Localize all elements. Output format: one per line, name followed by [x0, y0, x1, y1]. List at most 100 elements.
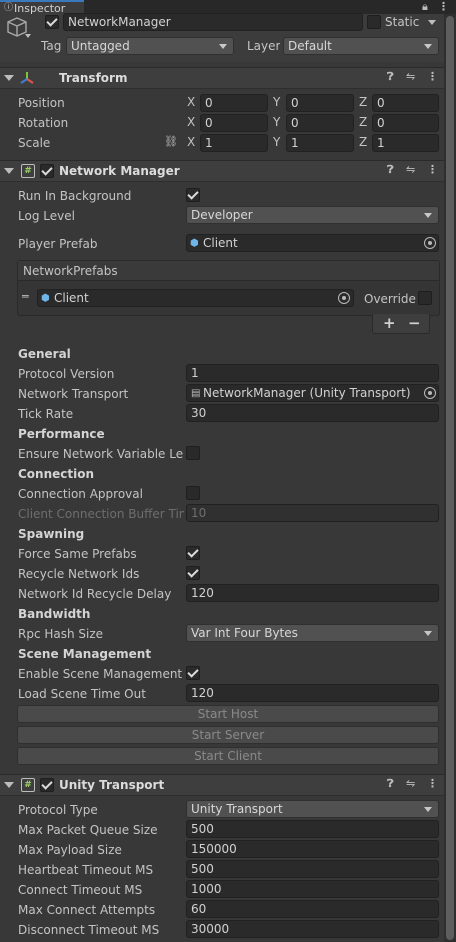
protocol-type-dropdown[interactable]: Unity Transport [186, 800, 439, 818]
tick-rate-input[interactable]: 30 [186, 404, 439, 422]
object-picker-icon[interactable] [424, 237, 436, 249]
scale-z-input[interactable]: 1 [372, 134, 439, 152]
client-buffer-label: Client Connection Buffer Time [18, 507, 184, 521]
object-picker-icon[interactable] [424, 387, 436, 399]
start-host-button[interactable]: Start Host [17, 705, 439, 723]
run-in-background-checkbox[interactable] [186, 188, 200, 202]
drag-handle-icon[interactable]: ═ [22, 290, 29, 303]
unity-transport-title: Unity Transport [59, 778, 165, 792]
axis-y-label: Y [273, 115, 281, 129]
script-icon: # [21, 164, 35, 178]
scrollbar-thumb[interactable] [446, 16, 454, 940]
transform-icon [20, 72, 34, 84]
connect-timeout-label: Connect Timeout MS [18, 883, 143, 897]
network-transport-field[interactable]: ▤ NetworkManager (Unity Transport) [186, 384, 439, 402]
run-in-background-label: Run In Background [18, 189, 132, 203]
id-recycle-delay-label: Network Id Recycle Delay [18, 587, 172, 601]
connection-approval-checkbox[interactable] [186, 486, 200, 500]
unity-transport-enabled-checkbox[interactable] [40, 778, 54, 792]
max-connect-attempts-input[interactable]: 60 [186, 900, 439, 918]
player-prefab-field[interactable]: ⬢ Client [186, 234, 439, 252]
position-y-input[interactable]: 0 [286, 94, 354, 112]
link-icon[interactable]: ⛓︎ [164, 135, 178, 148]
remove-button[interactable]: − [408, 314, 421, 332]
axis-x-label: X [187, 115, 196, 129]
scale-y-input[interactable]: 1 [286, 134, 354, 152]
disconnect-timeout-input[interactable]: 30000 [186, 920, 439, 938]
override-label: Override [364, 292, 416, 306]
scale-label: Scale [18, 136, 51, 150]
tag-dropdown[interactable]: Untagged [66, 37, 234, 55]
max-payload-input[interactable]: 150000 [186, 840, 439, 858]
disconnect-timeout-label: Disconnect Timeout MS [18, 923, 160, 937]
tag-label: Tag [41, 39, 62, 53]
help-icon[interactable]: ❓︎ [387, 163, 394, 177]
object-picker-icon[interactable] [338, 292, 350, 304]
protocol-type-label: Protocol Type [18, 803, 98, 817]
unity-transport-foldout-icon[interactable] [4, 782, 14, 788]
start-client-button[interactable]: Start Client [17, 747, 439, 765]
start-server-button[interactable]: Start Server [17, 726, 439, 744]
more-icon[interactable]: ⋮ [427, 70, 438, 83]
add-button[interactable]: + [383, 314, 396, 332]
position-x-input[interactable]: 0 [200, 94, 268, 112]
gameobject-name-input[interactable]: NetworkManager [63, 13, 363, 31]
rotation-y-input[interactable]: 0 [286, 114, 354, 132]
more-icon[interactable]: ⋮ [427, 777, 438, 790]
axis-z-label: Z [359, 95, 368, 109]
bandwidth-header: Bandwidth [18, 607, 91, 621]
spawning-header: Spawning [18, 527, 85, 541]
static-checkbox[interactable] [367, 15, 381, 29]
override-checkbox[interactable] [418, 291, 432, 305]
icon-dropdown-icon[interactable] [25, 34, 31, 38]
load-scene-timeout-label: Load Scene Time Out [18, 687, 146, 701]
more-icon[interactable]: ⋮ [438, 0, 449, 13]
recycle-ids-checkbox[interactable] [186, 566, 200, 580]
more-icon[interactable]: ⋮ [427, 163, 438, 176]
connection-header: Connection [18, 467, 95, 481]
scene-management-header: Scene Management [18, 647, 152, 661]
settings-icon[interactable]: ⇋ [406, 163, 415, 176]
prefab-cube-icon: ⬢ [190, 238, 199, 249]
settings-icon[interactable]: ⇋ [406, 70, 415, 83]
force-same-prefabs-label: Force Same Prefabs [18, 547, 137, 561]
id-recycle-delay-input[interactable]: 120 [186, 584, 439, 602]
help-icon[interactable]: ❓︎ [387, 70, 394, 84]
axis-y-label: Y [273, 135, 281, 149]
rpc-hash-dropdown[interactable]: Var Int Four Bytes [186, 624, 439, 642]
position-label: Position [18, 96, 65, 110]
axis-z-label: Z [359, 135, 368, 149]
performance-header: Performance [18, 427, 105, 441]
layer-dropdown[interactable]: Default [283, 37, 439, 55]
transform-foldout-icon[interactable] [4, 75, 14, 81]
active-checkbox[interactable] [45, 15, 59, 29]
player-prefab-label: Player Prefab [18, 237, 98, 251]
tab-inspector[interactable]: ⓘ Inspector [0, 0, 84, 14]
network-manager-foldout-icon[interactable] [4, 168, 14, 174]
position-z-input[interactable]: 0 [372, 94, 439, 112]
static-dropdown-icon[interactable] [428, 20, 436, 25]
scale-x-input[interactable]: 1 [200, 134, 268, 152]
network-prefab-item-field[interactable]: ⬢ Client [37, 289, 354, 307]
max-packet-queue-input[interactable]: 500 [186, 820, 439, 838]
rotation-z-input[interactable]: 0 [372, 114, 439, 132]
load-scene-timeout-input[interactable]: 120 [186, 684, 439, 702]
axis-z-label: Z [359, 115, 368, 129]
connect-timeout-input[interactable]: 1000 [186, 880, 439, 898]
help-icon[interactable]: ❓︎ [387, 777, 394, 791]
settings-icon[interactable]: ⇋ [406, 777, 415, 790]
enable-scene-checkbox[interactable] [186, 666, 200, 680]
network-manager-title: Network Manager [59, 164, 180, 178]
ensure-var-len-checkbox[interactable] [186, 446, 200, 460]
force-same-prefabs-checkbox[interactable] [186, 546, 200, 560]
tick-rate-label: Tick Rate [18, 407, 74, 421]
rotation-x-input[interactable]: 0 [200, 114, 268, 132]
log-level-dropdown[interactable]: Developer [186, 206, 439, 224]
heartbeat-input[interactable]: 500 [186, 860, 439, 878]
network-manager-enabled-checkbox[interactable] [40, 164, 54, 178]
protocol-version-input[interactable]: 1 [186, 364, 439, 382]
general-header: General [18, 347, 71, 361]
static-label: Static [385, 15, 420, 29]
inspector-icon: ⓘ [4, 3, 14, 13]
lock-icon[interactable]: 🔒︎ [422, 0, 428, 14]
